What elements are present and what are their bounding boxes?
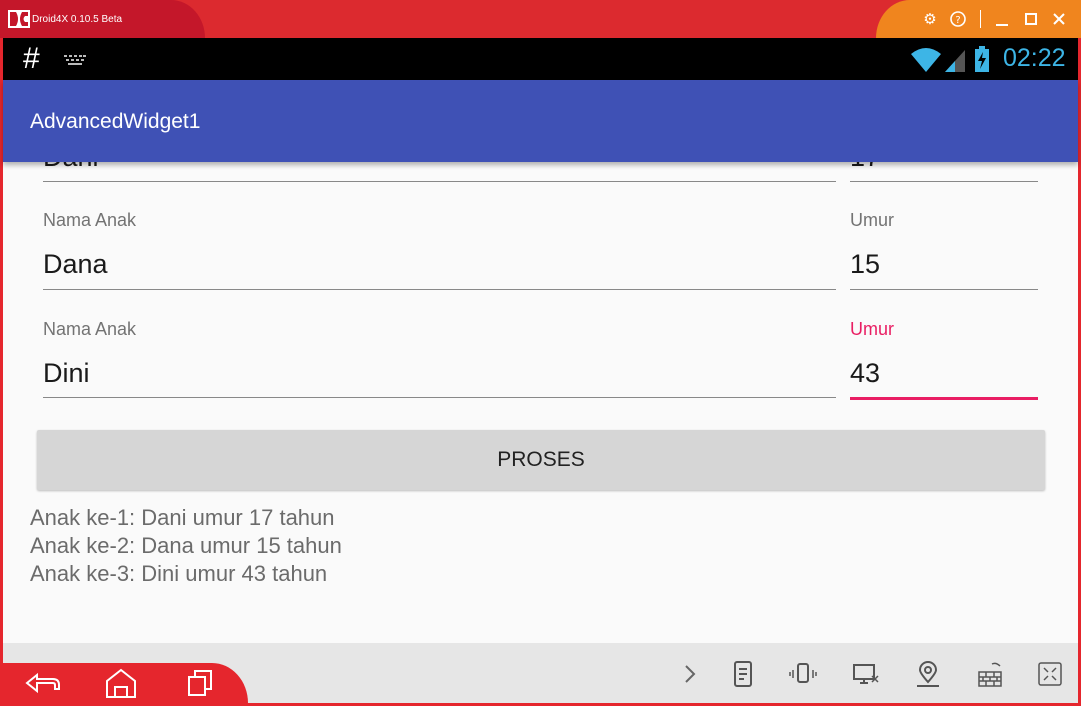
emulator-bottom-toolbar [3,643,1078,703]
result-line: Anak ke-3: Dini umur 43 tahun [30,561,328,586]
recent-apps-icon[interactable] [179,667,219,699]
help-icon[interactable]: ? [948,9,968,29]
android-status-bar: # 02:22 [3,38,1078,80]
child-age-label: Umur [850,210,894,230]
close-icon[interactable] [1049,9,1069,29]
child-name-input[interactable]: Dini [43,358,90,389]
child-age-input[interactable]: 17 [850,162,880,173]
child-name-underline [43,181,836,182]
droid4x-logo-icon [8,10,30,28]
app-title: AdvancedWidget1 [30,110,201,133]
keyboard-icon [64,55,86,65]
emulator-title-tab: Droid4X 0.10.5 Beta [0,0,205,38]
signal-icon [945,50,965,72]
shake-icon[interactable] [789,660,817,688]
app-bar: AdvancedWidget1 [3,80,1078,162]
child-name-underline [43,289,836,290]
main-content: Dani 17 Nama Anak Dana Umur 15 Nama Anak… [3,162,1078,643]
home-icon[interactable] [101,667,141,699]
emulator-titlebar: Droid4X 0.10.5 Beta ⚙ ? [0,0,1081,38]
child-name-input[interactable]: Dani [43,162,99,173]
child-name-underline [43,397,836,398]
child-age-input-focused[interactable]: 43 [850,358,880,389]
proses-button[interactable]: PROSES [37,430,1045,490]
settings-icon[interactable]: ⚙ [920,9,940,29]
fullscreen-icon[interactable] [1036,660,1064,688]
battery-charging-icon [975,46,989,72]
child-age-label-focused: Umur [850,319,894,339]
minimize-icon[interactable] [992,9,1012,29]
result-line: Anak ke-2: Dana umur 15 tahun [30,533,342,558]
screen-icon[interactable] [852,660,880,688]
child-age-underline [850,289,1038,290]
emulator-title: Droid4X 0.10.5 Beta [32,14,123,25]
child-age-input[interactable]: 15 [850,249,880,280]
apk-install-icon[interactable] [729,660,757,688]
maximize-icon[interactable] [1021,9,1041,29]
child-age-underline-focused [850,397,1038,400]
wifi-icon [911,48,941,72]
wall-icon[interactable] [976,660,1004,688]
controls-separator [980,10,981,28]
chevron-right-icon[interactable] [676,660,704,688]
child-name-label: Nama Anak [43,319,137,339]
hash-notification-icon: # [23,42,40,75]
child-age-underline [850,181,1038,182]
back-icon[interactable] [23,667,63,699]
result-line: Anak ke-1: Dani umur 17 tahun [30,505,335,530]
svg-text:?: ? [955,15,960,26]
location-icon[interactable] [914,660,942,688]
child-name-label: Nama Anak [43,210,137,230]
status-clock: 02:22 [1003,44,1066,72]
child-name-input[interactable]: Dana [43,249,108,280]
